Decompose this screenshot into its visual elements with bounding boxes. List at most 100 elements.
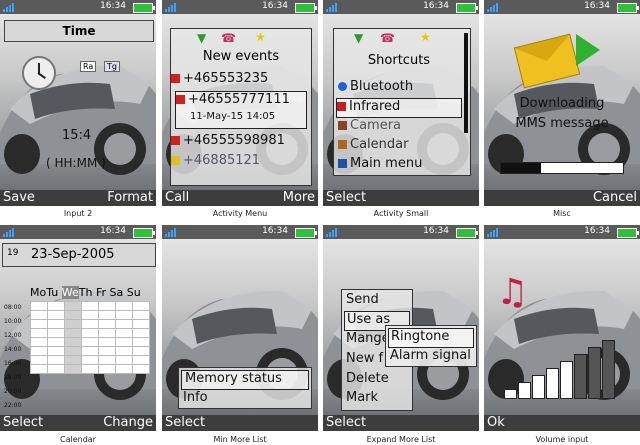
- grid-cell[interactable]: [81, 346, 99, 356]
- grid-cell[interactable]: [81, 328, 99, 338]
- grid-cell[interactable]: [98, 301, 116, 311]
- grid-cell[interactable]: [64, 346, 82, 356]
- grid-cell[interactable]: [132, 310, 150, 320]
- grid-cell[interactable]: [47, 319, 65, 329]
- grid-cell[interactable]: [47, 310, 65, 320]
- grid-cell[interactable]: [132, 355, 150, 365]
- grid-cell[interactable]: [115, 319, 133, 329]
- grid-cell[interactable]: [132, 364, 150, 374]
- list-item[interactable]: +465553235: [171, 71, 311, 89]
- grid-cell[interactable]: [98, 319, 116, 329]
- grid-cell[interactable]: [98, 310, 116, 320]
- menu-item-delete[interactable]: Delete: [346, 371, 416, 389]
- day-mo[interactable]: Mo: [30, 286, 46, 299]
- grid-cell[interactable]: [47, 355, 65, 365]
- day-th[interactable]: Th: [79, 286, 93, 299]
- grid-cell[interactable]: [115, 328, 133, 338]
- grid-cell[interactable]: [98, 355, 116, 365]
- hour-label: 10:00: [4, 318, 22, 325]
- grid-cell[interactable]: [64, 337, 82, 347]
- grid-cell[interactable]: [30, 346, 48, 356]
- grid-cell[interactable]: [47, 301, 65, 311]
- grid-cell[interactable]: [115, 355, 133, 365]
- grid-cell[interactable]: [132, 328, 150, 338]
- change-softkey[interactable]: Change: [103, 415, 153, 431]
- grid-cell[interactable]: [115, 310, 133, 320]
- grid-cell[interactable]: [98, 337, 116, 347]
- menu-item-calendar[interactable]: Calendar: [338, 137, 474, 155]
- grid-row: [30, 337, 150, 347]
- list-item-label: +465553235: [183, 71, 269, 86]
- grid-cell[interactable]: [81, 319, 99, 329]
- menu-item-label: Mange: [346, 331, 390, 346]
- grid-cell[interactable]: [47, 346, 65, 356]
- grid-cell[interactable]: [98, 328, 116, 338]
- call-softkey[interactable]: Call: [165, 190, 189, 206]
- grid-cell[interactable]: [30, 328, 48, 338]
- grid-cell[interactable]: [47, 364, 65, 374]
- grid-cell[interactable]: [30, 337, 48, 347]
- grid-cell[interactable]: [64, 301, 82, 311]
- menu-item-memory-status[interactable]: Memory status: [181, 370, 309, 390]
- grid-cell[interactable]: [64, 328, 82, 338]
- grid-cell[interactable]: [64, 355, 82, 365]
- hour-label: 08:00: [4, 304, 22, 311]
- day-tu[interactable]: Tu: [46, 286, 58, 299]
- week-grid[interactable]: [30, 301, 150, 374]
- grid-cell[interactable]: [115, 301, 133, 311]
- grid-cell[interactable]: [98, 346, 116, 356]
- submenu-item-alarm-signal[interactable]: Alarm signal: [390, 348, 479, 366]
- grid-cell[interactable]: [30, 301, 48, 311]
- menu-item-camera[interactable]: Camera: [338, 118, 474, 136]
- grid-cell[interactable]: [115, 337, 133, 347]
- grid-cell[interactable]: [81, 355, 99, 365]
- grid-cell[interactable]: [30, 319, 48, 329]
- grid-cell[interactable]: [115, 364, 133, 374]
- format-softkey[interactable]: Format: [107, 190, 153, 206]
- cancel-softkey[interactable]: Cancel: [593, 190, 637, 206]
- day-su[interactable]: Su: [127, 286, 141, 299]
- select-softkey[interactable]: Select: [326, 415, 366, 431]
- day-sa[interactable]: Sa: [110, 286, 124, 299]
- grid-cell[interactable]: [30, 355, 48, 365]
- menu-item-infrared[interactable]: Infrared: [336, 98, 462, 118]
- grid-cell[interactable]: [64, 310, 82, 320]
- grid-cell[interactable]: [64, 364, 82, 374]
- grid-cell[interactable]: [81, 301, 99, 311]
- select-softkey[interactable]: Select: [3, 415, 43, 431]
- volume-meter[interactable]: [504, 335, 624, 399]
- menu-item-info[interactable]: Info: [183, 390, 315, 408]
- more-softkey[interactable]: More: [283, 190, 315, 206]
- menu-item-bluetooth[interactable]: Bluetooth: [338, 79, 474, 97]
- save-softkey[interactable]: Save: [3, 190, 35, 206]
- select-softkey[interactable]: Select: [165, 415, 205, 431]
- ok-softkey[interactable]: Ok: [487, 415, 505, 431]
- grid-cell[interactable]: [115, 346, 133, 356]
- time-input-field[interactable]: 15:4: [62, 128, 91, 143]
- grid-cell[interactable]: [81, 364, 99, 374]
- day-fr[interactable]: Fr: [96, 286, 106, 299]
- progress-bar: [500, 162, 624, 174]
- grid-cell[interactable]: [132, 319, 150, 329]
- grid-cell[interactable]: [30, 364, 48, 374]
- screen-caption: Volume input: [535, 435, 589, 444]
- grid-cell[interactable]: [64, 319, 82, 329]
- grid-cell[interactable]: [98, 364, 116, 374]
- list-item-selected[interactable]: +46555777111 11-May-15 14:05: [175, 91, 307, 129]
- grid-cell[interactable]: [132, 346, 150, 356]
- menu-item-mark[interactable]: Mark: [346, 390, 416, 408]
- grid-cell[interactable]: [81, 337, 99, 347]
- grid-cell[interactable]: [132, 301, 150, 311]
- list-item[interactable]: +46555598981: [171, 133, 311, 151]
- grid-cell[interactable]: [81, 310, 99, 320]
- submenu-item-ringtone[interactable]: Ringtone: [388, 328, 474, 348]
- grid-cell[interactable]: [47, 337, 65, 347]
- menu-item-main-menu[interactable]: Main menu: [338, 156, 474, 174]
- grid-cell[interactable]: [132, 337, 150, 347]
- grid-cell[interactable]: [47, 328, 65, 338]
- grid-cell[interactable]: [30, 310, 48, 320]
- list-item[interactable]: +46885121: [171, 153, 311, 171]
- menu-item-send[interactable]: Send: [346, 292, 416, 310]
- select-softkey[interactable]: Select: [326, 190, 366, 206]
- day-we-selected[interactable]: We: [61, 286, 79, 299]
